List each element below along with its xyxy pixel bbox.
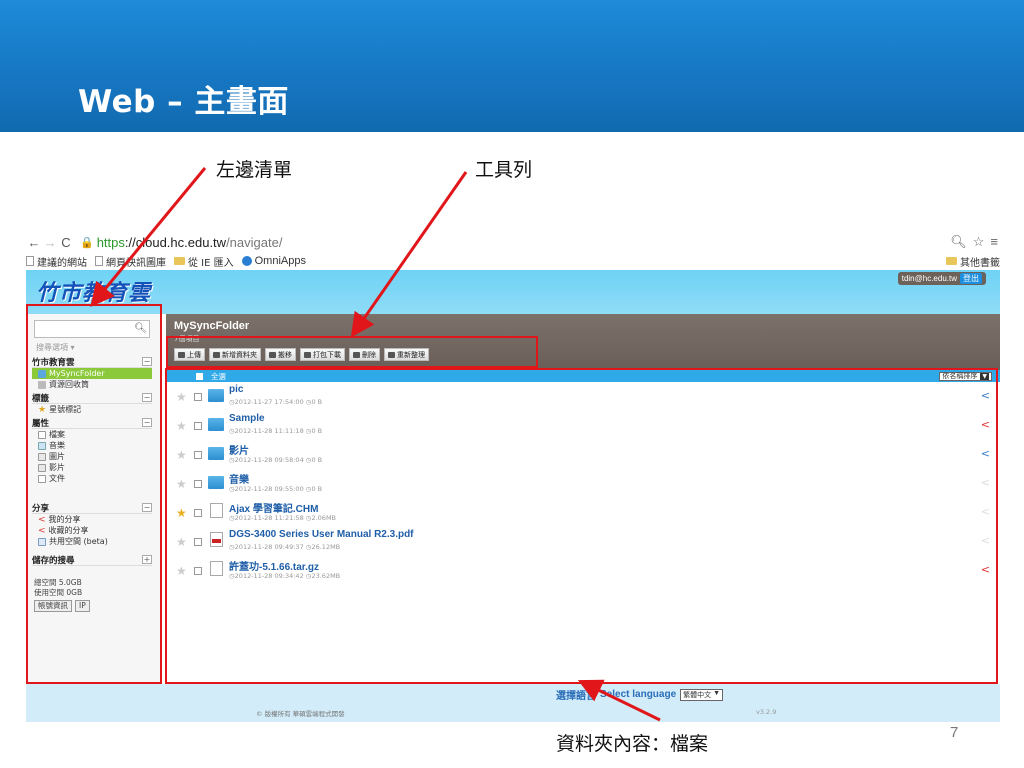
- callout-content: 資料夾內容：檔案: [556, 733, 709, 755]
- bookmark-label: 其他書籤: [960, 257, 1000, 269]
- menu-icon[interactable]: ≡: [990, 234, 998, 250]
- annotation-box-toolbar: [166, 336, 538, 368]
- user-email: tdin@hc.edu.tw: [901, 274, 957, 283]
- bookmark-star-icon[interactable]: ☆: [973, 234, 985, 250]
- omniapps-icon: [241, 256, 252, 266]
- forward-icon[interactable]: →: [42, 235, 58, 250]
- bookmark-omniapps[interactable]: OmniApps: [241, 255, 306, 267]
- slide-header: Web – 主畫面: [0, 0, 1024, 132]
- annotation-box-sidebar: [26, 304, 162, 684]
- bookmark-suggested[interactable]: 建議的網站: [26, 254, 87, 269]
- slide-title: Web – 主畫面: [78, 84, 289, 120]
- language-dropdown[interactable]: 繁體中文 ▼: [680, 688, 724, 701]
- page-number: 7: [950, 724, 959, 741]
- url-host: ://cloud.hc.edu.tw: [124, 234, 227, 250]
- bookmark-ie-import[interactable]: 從 IE 匯入: [174, 254, 234, 269]
- bookmarks-bar: 建議的網站 網頁快訊圖庫 從 IE 匯入 OmniApps 其他書籤: [26, 252, 1000, 270]
- page-icon: [26, 256, 34, 266]
- folder-icon: [946, 257, 957, 265]
- bookmark-label: 從 IE 匯入: [188, 257, 234, 269]
- url-path: /navigate/: [226, 234, 283, 250]
- version: v3.2.9: [756, 708, 777, 716]
- app-logo[interactable]: 竹市教育雲: [36, 275, 151, 307]
- bookmark-label: 網頁快訊圖庫: [106, 257, 166, 269]
- back-icon[interactable]: ←: [26, 235, 42, 250]
- copyright: © 版權所有 華碩雲端程式開發: [256, 710, 345, 718]
- app-footer: 選擇語言 Select language 繁體中文 ▼ © 版權所有 華碩雲端程式…: [26, 684, 1000, 722]
- url-field[interactable]: 🔒 https ://cloud.hc.edu.tw /navigate/: [80, 235, 282, 250]
- zoom-icon[interactable]: 🔍︎: [950, 234, 967, 250]
- user-box: tdin@hc.edu.tw 登出: [897, 272, 986, 285]
- bookmark-other[interactable]: 其他書籤: [946, 254, 1000, 269]
- chevron-down-icon: ▼: [713, 689, 721, 697]
- app-header: 竹市教育雲 tdin@hc.edu.tw 登出: [26, 270, 1000, 314]
- reload-icon[interactable]: C: [58, 235, 74, 250]
- select-language-cn: 選擇語言: [556, 691, 596, 702]
- page-icon: [95, 256, 103, 266]
- select-language-label: Select language: [600, 689, 677, 700]
- language-selector: 選擇語言 Select language 繁體中文 ▼: [556, 687, 724, 702]
- folder-title: MySyncFolder: [174, 320, 250, 332]
- callout-sidebar: 左邊清單: [216, 159, 293, 181]
- folder-icon: [174, 257, 185, 265]
- callout-toolbar: 工具列: [475, 159, 533, 181]
- lock-icon: 🔒: [80, 236, 94, 249]
- url-scheme: https: [96, 234, 125, 250]
- address-bar: ← → C 🔒 https ://cloud.hc.edu.tw /naviga…: [26, 232, 1000, 252]
- bookmark-label: 建議的網站: [37, 257, 87, 269]
- annotation-box-content: [165, 368, 998, 684]
- logout-button[interactable]: 登出: [960, 273, 982, 284]
- bookmark-label: OmniApps: [254, 255, 306, 267]
- language-value: 繁體中文: [683, 691, 712, 699]
- bookmark-webslice[interactable]: 網頁快訊圖庫: [95, 254, 166, 269]
